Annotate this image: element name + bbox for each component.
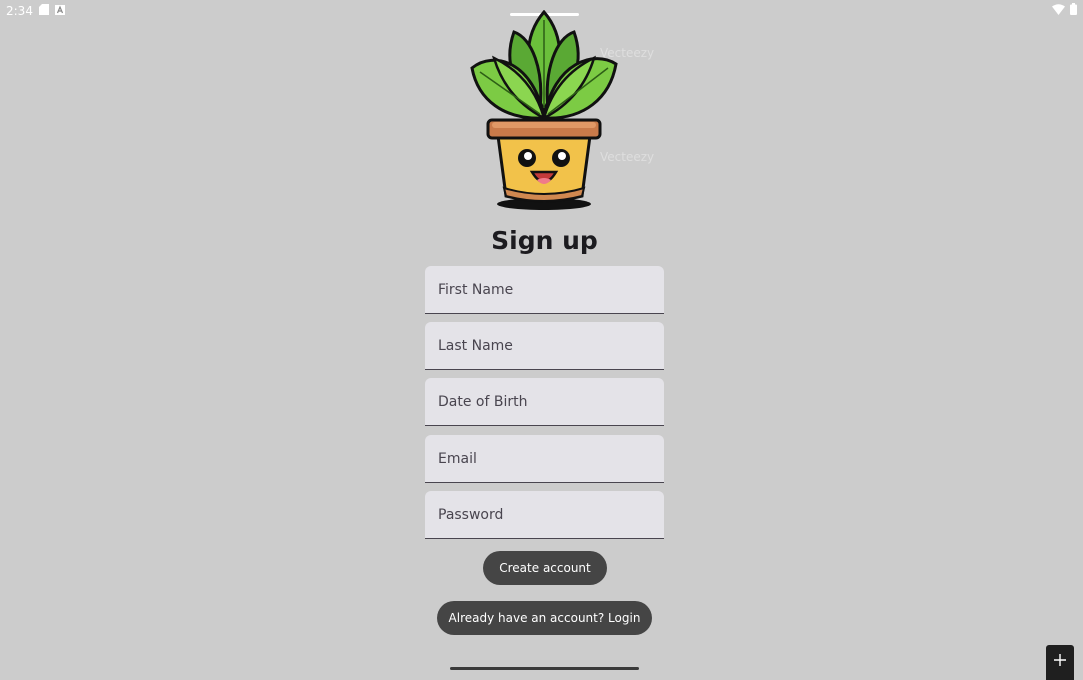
page-title: Sign up — [491, 226, 598, 255]
gesture-nav-handle[interactable] — [450, 667, 639, 670]
first-name-input[interactable] — [438, 281, 664, 298]
status-time: 2:34 — [6, 4, 33, 18]
status-bar-left: 2:34 — [6, 2, 65, 20]
date-of-birth-input[interactable] — [438, 393, 664, 410]
status-bar-right — [1052, 2, 1077, 20]
font-icon — [54, 2, 65, 20]
email-field[interactable] — [425, 435, 664, 483]
create-account-button[interactable]: Create account — [483, 551, 607, 585]
add-button[interactable] — [1046, 645, 1074, 680]
first-name-field[interactable] — [425, 266, 664, 314]
login-link-button[interactable]: Already have an account? Login — [437, 601, 652, 635]
sd-card-icon — [38, 2, 49, 20]
battery-icon — [1070, 2, 1077, 20]
date-of-birth-field[interactable] — [425, 378, 664, 426]
password-input[interactable] — [438, 506, 664, 523]
wifi-icon — [1052, 2, 1065, 20]
last-name-input[interactable] — [438, 337, 664, 354]
plant-logo — [464, 9, 624, 215]
last-name-field[interactable] — [425, 322, 664, 370]
email-input[interactable] — [438, 450, 664, 467]
plus-icon — [1053, 653, 1067, 672]
password-field[interactable] — [425, 491, 664, 539]
